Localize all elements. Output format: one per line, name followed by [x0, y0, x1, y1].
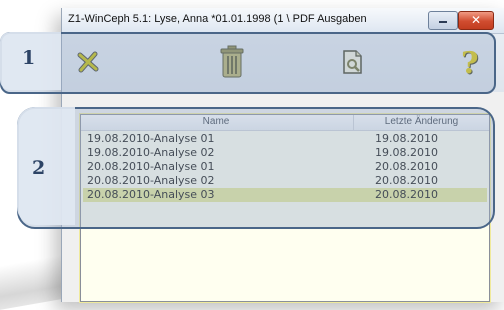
minimize-button[interactable]: [428, 11, 458, 30]
title-bar: Z1-WinCeph 5.1: Lyse, Anna *01.01.1998 (…: [62, 8, 504, 34]
window-title: Z1-WinCeph 5.1: Lyse, Anna *01.01.1998 (…: [68, 13, 367, 25]
callout-box-list: [17, 107, 495, 229]
callout-number-2: 2: [32, 157, 46, 179]
close-window-button[interactable]: ✕: [458, 11, 494, 30]
callout-box-toolbar: [0, 32, 496, 94]
close-icon: ✕: [470, 13, 482, 27]
callout-number-1: 1: [22, 47, 36, 69]
callout-label-bg: [17, 107, 75, 225]
